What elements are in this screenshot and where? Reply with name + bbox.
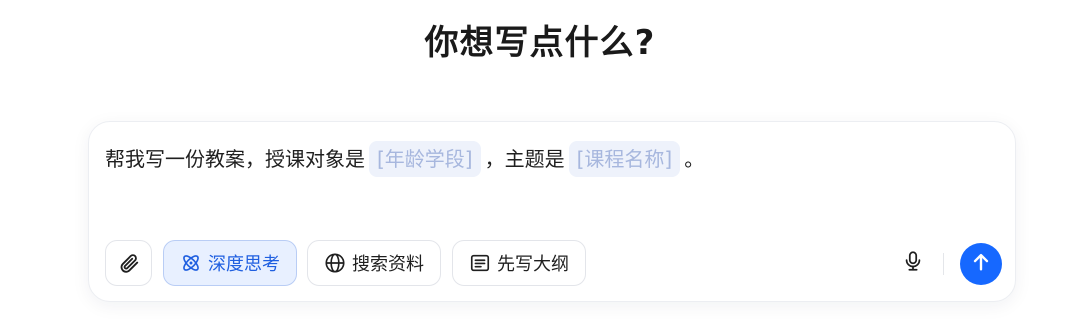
microphone-icon [902, 249, 924, 277]
atom-icon [180, 252, 202, 274]
composer-toolbar: 深度思考 搜索资料 先写大纲 [105, 240, 1002, 288]
send-button[interactable] [960, 243, 1002, 285]
prompt-text-middle: ，主题是 [484, 147, 565, 171]
outline-first-button[interactable]: 先写大纲 [452, 240, 586, 286]
search-web-label: 搜索资料 [352, 254, 424, 275]
attach-button[interactable] [105, 240, 152, 286]
prompt-composer[interactable]: 帮我写一份教案，授课对象是 [年龄学段] ，主题是 [课程名称]。 深度思考 搜… [88, 121, 1016, 302]
deep-think-toggle[interactable]: 深度思考 [163, 240, 297, 286]
deep-think-label: 深度思考 [208, 254, 280, 275]
toolbar-divider [943, 253, 944, 275]
outline-first-label: 先写大纲 [497, 254, 569, 275]
globe-icon [324, 252, 346, 274]
paperclip-icon [118, 252, 140, 274]
placeholder-slot-grade[interactable]: [年龄学段] [369, 141, 481, 177]
search-web-button[interactable]: 搜索资料 [307, 240, 441, 286]
prompt-text-before: 帮我写一份教案，授课对象是 [105, 147, 365, 171]
page-title: 你想写点什么? [424, 23, 656, 63]
microphone-button[interactable] [901, 251, 925, 275]
prompt-text-after: 。 [684, 147, 705, 171]
prompt-text[interactable]: 帮我写一份教案，授课对象是 [年龄学段] ，主题是 [课程名称]。 [105, 140, 999, 178]
arrow-up-icon [970, 251, 992, 277]
page: 你想写点什么? 帮我写一份教案，授课对象是 [年龄学段] ，主题是 [课程名称]。 [0, 0, 1080, 324]
placeholder-slot-course[interactable]: [课程名称] [568, 141, 681, 177]
outline-doc-icon [469, 252, 491, 274]
